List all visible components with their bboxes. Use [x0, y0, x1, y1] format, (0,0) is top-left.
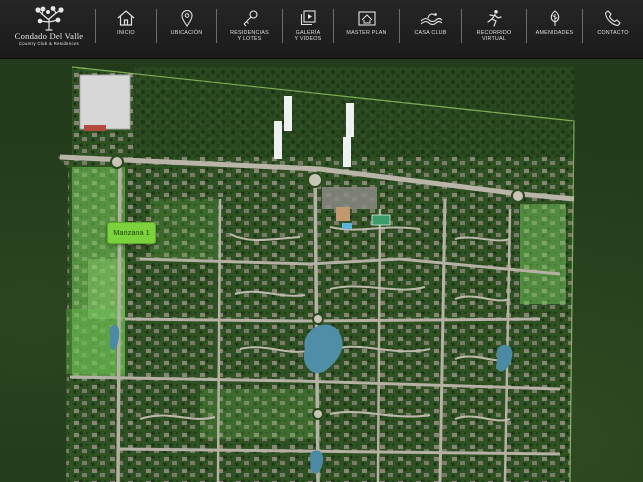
tennis-court: [371, 214, 391, 226]
manzana-1-label[interactable]: Manzana 1: [107, 222, 156, 244]
brand-logo[interactable]: Condado Del Valle Country Club & Residen…: [5, 6, 93, 52]
key-icon: [243, 10, 258, 27]
phone-icon: [604, 10, 621, 27]
club-house: [336, 207, 350, 221]
runner-icon: [487, 10, 502, 27]
brand-tagline: Country Club & Residences: [18, 41, 80, 46]
nav-label: AMENIDADES: [535, 30, 574, 36]
tree-logo-icon: [35, 6, 64, 31]
master-plan-map[interactable]: Manzana 1: [0, 59, 643, 482]
nav-contacto[interactable]: CONTACTO: [583, 9, 643, 49]
nav-label: UBICACIÓN: [170, 30, 203, 36]
nav-master-plan[interactable]: MASTER PLAN: [334, 9, 399, 49]
east-lots: [520, 204, 566, 304]
wave-icon: [420, 13, 442, 26]
parking-lot: [322, 187, 377, 209]
nav-casa-club[interactable]: CASA CLUB: [400, 9, 461, 49]
gallery-icon: [300, 10, 316, 26]
nav-galeria-videos[interactable]: GALERÍA Y VIDEOS: [283, 9, 333, 49]
nav-amenidades[interactable]: AMENIDADES: [527, 9, 582, 49]
warehouse-building: [79, 74, 131, 130]
home-icon: [117, 10, 135, 26]
nav-residencias-lotes[interactable]: RESIDENCIAS Y LOTES: [217, 9, 282, 49]
nav-label: MASTER PLAN: [346, 30, 387, 36]
brand-name: Condado Del Valle: [14, 31, 84, 41]
master-plan-icon: [357, 11, 376, 26]
aerial-site-plan: [58, 66, 575, 482]
top-navigation-bar: Condado Del Valle Country Club & Residen…: [0, 0, 643, 59]
nav-recorrido-virtual[interactable]: RECORRIDO VIRTUAL: [462, 9, 526, 49]
nav-label: RESIDENCIAS Y LOTES: [230, 30, 269, 43]
nav-label: CONTACTO: [597, 30, 629, 36]
tree-icon: [550, 10, 559, 26]
nav-ubicacion[interactable]: UBICACIÓN: [157, 9, 216, 49]
club-pool: [342, 223, 352, 229]
nav-label: INICIO: [117, 30, 135, 36]
location-pin-icon: [180, 10, 193, 27]
nav-label: GALERÍA Y VIDEOS: [294, 30, 322, 43]
nav-label: CASA CLUB: [414, 30, 447, 36]
nav-inicio[interactable]: INICIO: [96, 9, 156, 49]
nav-label: RECORRIDO VIRTUAL: [476, 30, 512, 43]
